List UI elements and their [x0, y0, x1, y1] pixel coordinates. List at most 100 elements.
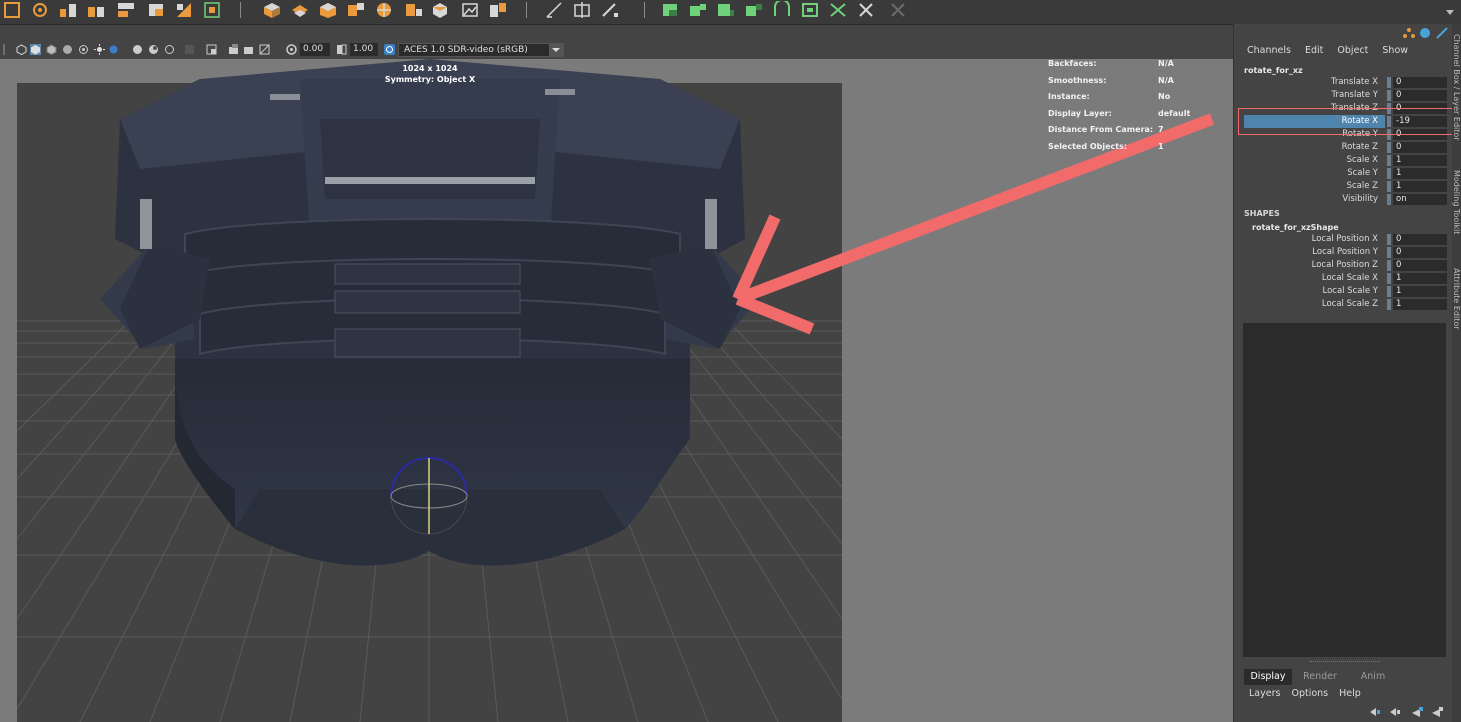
uv-automatic-icon[interactable] [772, 0, 792, 19]
resolution-label: 1024 x 1024 [402, 64, 458, 73]
anti-aliasing-icon[interactable] [132, 44, 143, 55]
exposure-icon[interactable] [286, 44, 297, 55]
side-tab-modeling-toolkit[interactable]: Modeling Toolkit [1452, 170, 1461, 234]
channel-row-translate-x[interactable]: Translate X0 [1244, 76, 1454, 89]
extrude-icon[interactable] [430, 1, 450, 19]
uv-sew-icon[interactable] [856, 1, 876, 19]
resolution-gate-icon[interactable] [259, 44, 270, 55]
tool-settings-icon[interactable] [1436, 27, 1448, 42]
color-management-icon[interactable] [384, 44, 395, 55]
point-snap-icon[interactable] [202, 1, 222, 19]
hud-row: Distance From Camera: 7 [1048, 125, 1164, 134]
curve-snap-icon[interactable] [174, 1, 194, 19]
chevron-down-icon [549, 44, 563, 56]
xray-components-icon[interactable] [243, 44, 254, 55]
shape-channel-row[interactable]: Local Scale X1 [1244, 272, 1454, 285]
channel-row-rotate-z[interactable]: Rotate Z0 [1244, 141, 1454, 154]
poly-prism-icon[interactable] [318, 1, 338, 19]
xray-joints-icon[interactable] [228, 44, 239, 55]
poly-tool-icon[interactable] [346, 1, 366, 19]
wireframe-on-shaded-icon[interactable] [46, 44, 57, 56]
move-layer-up-icon[interactable] [1368, 706, 1382, 721]
menu-options[interactable]: Options [1291, 688, 1328, 699]
bevel-icon[interactable] [404, 1, 424, 19]
shape-node-name[interactable]: rotate_for_xzShape [1252, 223, 1339, 232]
menu-edit[interactable]: Edit [1305, 45, 1323, 56]
menu-channels[interactable]: Channels [1247, 45, 1291, 56]
lights-icon[interactable] [78, 44, 89, 55]
rotate-tool-icon[interactable] [86, 1, 106, 19]
multi-cut-icon[interactable] [544, 1, 564, 19]
uv-editor-icon[interactable] [660, 1, 680, 19]
annotation-highlight-box [1238, 108, 1459, 135]
scale-tool-icon[interactable] [116, 1, 136, 19]
perspective-viewport[interactable]: 1024 x 1024 Symmetry: Object X Backfaces… [0, 59, 1233, 722]
depth-of-field-icon[interactable] [148, 44, 159, 55]
new-layer-icon[interactable] [1410, 706, 1424, 721]
gamma-icon[interactable] [336, 44, 347, 55]
hud-row: Instance: No [1048, 92, 1171, 101]
textured-icon[interactable] [62, 44, 73, 55]
gamma-field[interactable]: 1.00 [350, 43, 378, 56]
shape-channel-row[interactable]: Local Position X0 [1244, 233, 1454, 246]
shape-channel-row[interactable]: Local Position Z0 [1244, 259, 1454, 272]
resolution-gate-info: 1024 x 1024 Symmetry: Object X [0, 63, 860, 85]
hud-row: Selected Objects: 1 [1048, 141, 1164, 151]
attribute-icon[interactable] [1419, 27, 1431, 42]
uv-cylindrical-icon[interactable] [716, 1, 736, 19]
ambient-occlusion-icon[interactable] [108, 44, 119, 55]
poly-cube-icon[interactable] [262, 1, 282, 19]
menu-object[interactable]: Object [1337, 45, 1368, 56]
move-layer-down-icon[interactable] [1388, 706, 1402, 721]
node-name[interactable]: rotate_for_xz [1244, 66, 1303, 75]
poly-sphere-icon[interactable] [374, 1, 394, 19]
shelf-scroll-down-icon[interactable] [1444, 1, 1456, 19]
uv-unfold-icon[interactable] [888, 1, 908, 19]
uv-spherical-icon[interactable] [744, 1, 764, 19]
menu-layers[interactable]: Layers [1249, 688, 1280, 699]
grid-snap-icon[interactable] [146, 1, 166, 19]
poly-plane-icon[interactable] [290, 1, 310, 19]
lasso-icon[interactable] [30, 1, 50, 19]
side-tab-strip: Channel Box / Layer Editor Modeling Tool… [1452, 24, 1461, 722]
wireframe-icon[interactable] [16, 44, 27, 56]
channel-row-scale-z[interactable]: Scale Z1 [1244, 180, 1454, 193]
tab-anim[interactable]: Anim [1348, 669, 1398, 685]
separator-icon [2, 44, 13, 55]
exposure-field[interactable]: 0.00 [300, 43, 330, 56]
new-layer-selected-icon[interactable] [1430, 706, 1444, 721]
image-plane-icon[interactable] [460, 1, 480, 19]
menu-help[interactable]: Help [1339, 688, 1361, 699]
motion-blur-icon[interactable] [164, 44, 175, 55]
shape-channel-list: Local Position X0 Local Position Y0 Loca… [1244, 233, 1454, 313]
channel-row-scale-y[interactable]: Scale Y1 [1244, 167, 1454, 180]
bridge-icon[interactable] [488, 1, 508, 19]
outliner-icon[interactable] [1403, 27, 1415, 42]
tab-display[interactable]: Display [1244, 669, 1292, 685]
insert-edge-loop-icon[interactable] [572, 1, 592, 19]
layer-buttons [1368, 706, 1448, 718]
channel-row-visibility[interactable]: Visibility on [1244, 193, 1454, 206]
splitter-handle[interactable] [1310, 661, 1380, 664]
color-space-label: ACES 1.0 SDR-video (sRGB) [404, 45, 528, 55]
uv-planar-icon[interactable] [688, 1, 708, 19]
menu-show[interactable]: Show [1382, 45, 1408, 56]
channel-row-translate-y[interactable]: Translate Y0 [1244, 89, 1454, 102]
color-space-dropdown[interactable]: ACES 1.0 SDR-video (sRGB) [398, 43, 564, 57]
move-tool-icon[interactable] [58, 1, 78, 19]
side-tab-attribute-editor[interactable]: Attribute Editor [1452, 268, 1461, 330]
side-tab-channel-box[interactable]: Channel Box / Layer Editor [1452, 34, 1461, 141]
select-tool-icon[interactable] [2, 1, 22, 19]
shadows-icon[interactable] [94, 44, 105, 55]
quad-draw-icon[interactable] [600, 1, 620, 19]
tab-render[interactable]: Render [1295, 669, 1345, 685]
shape-channel-row[interactable]: Local Scale Z1 [1244, 298, 1454, 311]
uv-layout-icon[interactable] [800, 1, 820, 19]
channel-row-scale-x[interactable]: Scale X1 [1244, 154, 1454, 167]
isolate-select-icon[interactable] [184, 44, 195, 55]
xray-icon[interactable] [206, 44, 217, 55]
shape-channel-row[interactable]: Local Position Y0 [1244, 246, 1454, 259]
smooth-shade-icon[interactable] [30, 44, 41, 55]
shape-channel-row[interactable]: Local Scale Y1 [1244, 285, 1454, 298]
uv-cut-icon[interactable] [828, 1, 848, 19]
